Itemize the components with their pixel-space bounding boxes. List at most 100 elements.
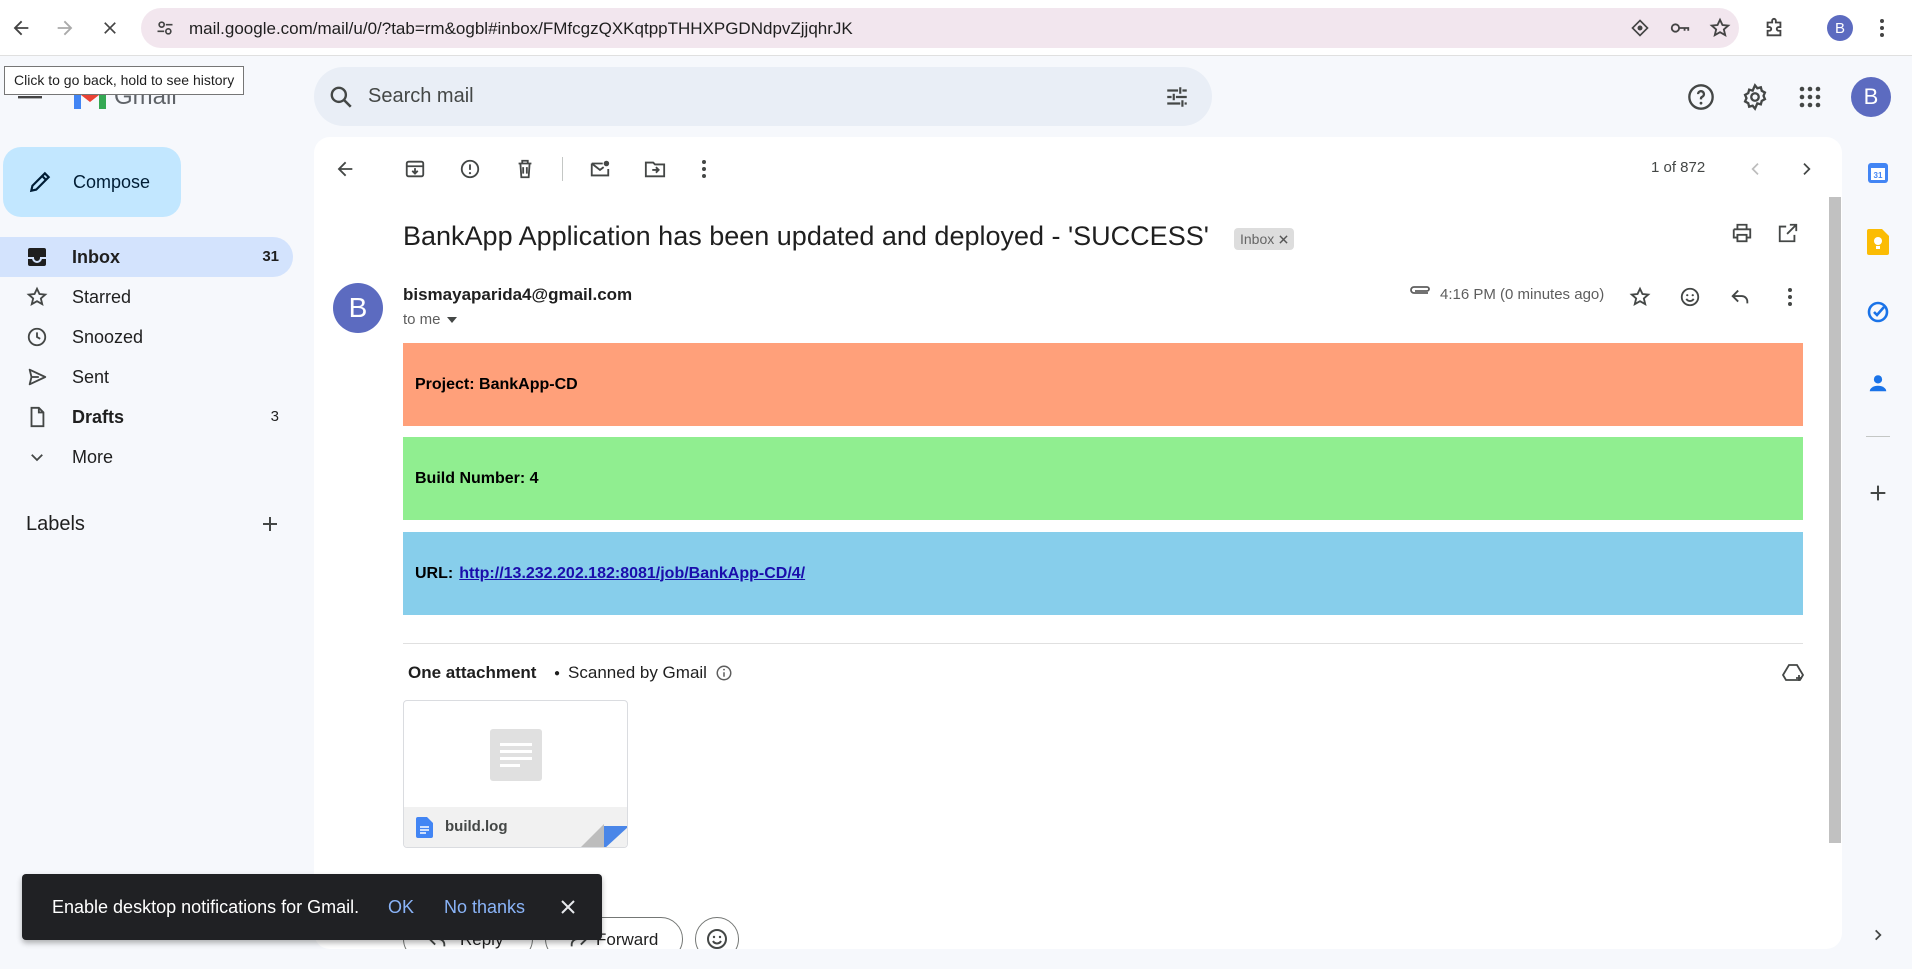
contacts-app-button[interactable] (1862, 367, 1894, 399)
unread-count: 31 (262, 248, 279, 265)
arrow-left-icon (337, 161, 353, 177)
keep-app-button[interactable] (1862, 226, 1894, 258)
snackbar-close-button[interactable] (554, 893, 582, 921)
message-more-button[interactable] (1773, 280, 1807, 314)
attachment-card[interactable]: build.log (403, 700, 628, 848)
report-spam-button[interactable] (452, 151, 488, 187)
url-label: URL: (415, 564, 454, 582)
more-vert-icon (1788, 288, 1792, 306)
help-icon (1688, 84, 1714, 110)
folder-move-icon (644, 161, 666, 178)
address-bar[interactable]: mail.google.com/mail/u/0/?tab=rm&ogbl#in… (141, 8, 1739, 48)
email-subject: BankApp Application has been updated and… (403, 221, 1209, 251)
browser-menu-button[interactable] (1862, 8, 1902, 48)
account-avatar[interactable]: B (1851, 77, 1891, 117)
profile-button[interactable]: B (1820, 8, 1860, 48)
sidebar-item-sent[interactable]: Sent (0, 357, 293, 397)
star-icon (26, 286, 48, 308)
archive-button[interactable] (397, 151, 433, 187)
back-to-inbox-button[interactable] (327, 151, 363, 187)
scrollbar-thumb[interactable] (1829, 197, 1841, 843)
page-corner-icon (579, 824, 627, 847)
snackbar-no-thanks-button[interactable]: No thanks (444, 897, 525, 918)
older-button[interactable] (1788, 151, 1824, 187)
scan-status: ● Scanned by Gmail (554, 663, 733, 683)
apps-button[interactable] (1790, 77, 1830, 117)
sidebar-item-snoozed[interactable]: Snoozed (0, 317, 293, 357)
search-options-icon[interactable] (1164, 84, 1190, 110)
open-new-window-button[interactable] (1770, 215, 1806, 251)
forward-arrow-icon (57, 20, 73, 36)
site-settings-icon[interactable] (153, 16, 177, 40)
extensions-button[interactable] (1754, 8, 1794, 48)
chevron-right-icon (1875, 929, 1882, 941)
create-label-button[interactable] (258, 512, 282, 536)
tasks-icon (1867, 301, 1889, 323)
compose-button[interactable]: Compose (3, 147, 181, 217)
move-to-button[interactable] (637, 151, 673, 187)
reply-icon (1731, 289, 1749, 304)
close-icon (104, 22, 116, 34)
apps-grid-icon (1799, 86, 1821, 108)
stop-loading-button[interactable] (90, 8, 130, 48)
back-button[interactable] (1, 8, 41, 48)
settings-button[interactable] (1735, 77, 1775, 117)
search-input[interactable] (368, 67, 1128, 126)
chevron-down-icon (26, 446, 48, 468)
newer-button[interactable] (1738, 151, 1774, 187)
clock-icon (26, 326, 48, 348)
mark-unread-icon (590, 160, 610, 177)
search-icon[interactable] (328, 84, 354, 110)
bullet-separator: ● (554, 667, 561, 679)
label-chip-text: Inbox (1240, 231, 1275, 247)
calendar-app-button[interactable]: 31 (1862, 157, 1894, 189)
google-doc-icon (416, 817, 433, 838)
sender-avatar[interactable]: B (333, 283, 383, 333)
star-email-button[interactable] (1623, 280, 1657, 314)
labels-heading: Labels (26, 513, 85, 535)
snackbar-ok-button[interactable]: OK (388, 897, 414, 918)
project-text: Project: BankApp-CD (415, 375, 578, 393)
tasks-app-button[interactable] (1862, 296, 1894, 328)
sender-email[interactable]: bismayaparida4@gmail.com (403, 285, 632, 305)
pagination-text: 1 of 872 (1651, 159, 1706, 176)
print-button[interactable] (1724, 215, 1760, 251)
sidebar-item-label: Inbox (72, 247, 120, 267)
emoji-reaction-button[interactable] (695, 917, 739, 949)
sidebar-item-starred[interactable]: Starred (0, 277, 293, 317)
add-to-drive-button[interactable] (1781, 661, 1805, 685)
password-key-icon[interactable] (1668, 16, 1692, 40)
support-button[interactable] (1681, 77, 1721, 117)
mark-unread-button[interactable] (582, 151, 618, 187)
reply-button-top[interactable] (1723, 280, 1757, 314)
url-band: URL: http://13.232.202.182:8081/job/Bank… (403, 532, 1803, 615)
label-chip[interactable]: Inbox (1234, 228, 1295, 250)
notification-snackbar: Enable desktop notifications for Gmail. … (22, 874, 602, 940)
chevron-right-icon (1803, 163, 1811, 175)
delete-button[interactable] (507, 151, 543, 187)
puzzle-icon (1766, 17, 1782, 37)
sidebar-item-inbox[interactable]: Inbox 31 (0, 237, 293, 277)
sidebar-item-drafts[interactable]: Drafts 3 (0, 397, 293, 437)
forward-nav-button[interactable] (45, 8, 85, 48)
open-in-new-icon (1778, 223, 1798, 243)
url-text[interactable]: mail.google.com/mail/u/0/?tab=rm&ogbl#in… (189, 19, 853, 39)
build-url-link[interactable]: http://13.232.202.182:8081/job/BankApp-C… (459, 565, 805, 583)
get-addons-button[interactable] (1862, 477, 1894, 509)
lens-icon[interactable] (1628, 16, 1652, 40)
draft-icon (26, 406, 48, 428)
bookmark-star-icon[interactable] (1708, 16, 1732, 40)
scan-text: Scanned by Gmail (568, 663, 707, 682)
info-icon[interactable] (715, 664, 733, 682)
paperclip-icon (1408, 285, 1432, 301)
attachments-title: One attachment (408, 663, 537, 682)
add-reaction-button[interactable] (1673, 280, 1707, 314)
profile-avatar: B (1827, 15, 1853, 41)
attachment-name: build.log (445, 818, 508, 835)
sidebar-item-more[interactable]: More (0, 437, 293, 477)
expand-side-panel-button[interactable] (1862, 919, 1894, 951)
more-actions-button[interactable] (686, 151, 722, 187)
remove-label-icon[interactable] (1279, 234, 1288, 244)
search-bar[interactable] (314, 67, 1212, 126)
recipient-details[interactable]: to me (403, 311, 457, 328)
